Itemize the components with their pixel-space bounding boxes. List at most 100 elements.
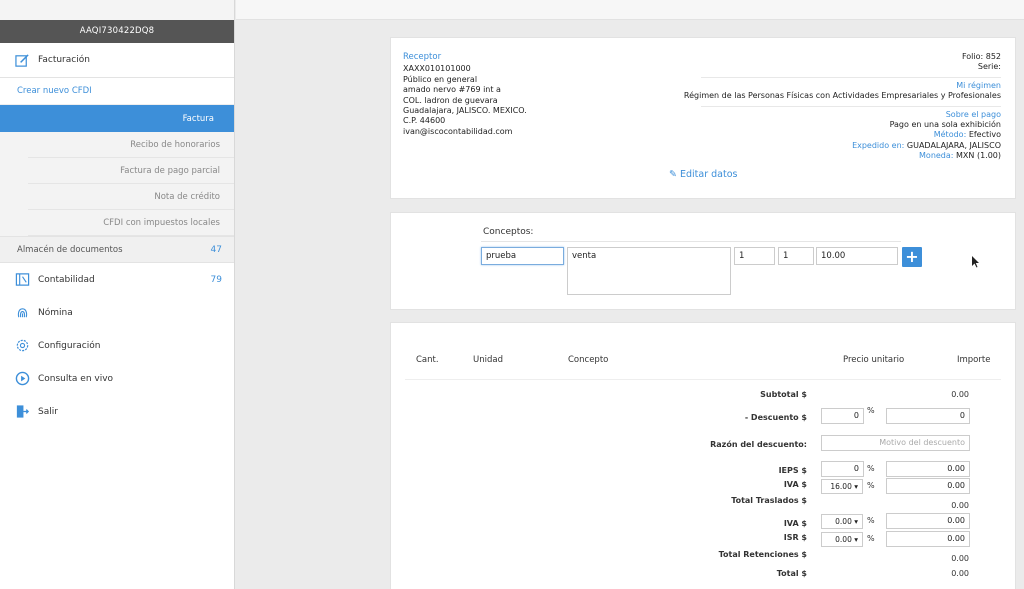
divider: [701, 76, 1001, 78]
cantidad-input[interactable]: 1: [734, 247, 775, 265]
receptor-rfc: XAXX010101000: [403, 64, 471, 74]
pct-sign: %: [867, 406, 875, 415]
precio-input[interactable]: 10.00: [816, 247, 898, 265]
subtotal-label: Subtotal $: [760, 390, 807, 399]
contabilidad-count: 79: [210, 274, 222, 285]
sidebar-item-label: Nómina: [38, 307, 73, 318]
descuento-input[interactable]: 0: [886, 408, 970, 424]
folio: Folio: 852: [961, 52, 1001, 61]
razon-input[interactable]: Motivo del descuento: [821, 435, 970, 451]
sidebar-subitem-factura[interactable]: Factura: [0, 105, 234, 132]
receptor-nombre: Público en general: [403, 74, 478, 84]
sidebar-submenu: Recibo de honorarios Factura de pago par…: [0, 132, 234, 236]
divider: [481, 241, 901, 242]
retenciones-label: Total Retenciones $: [718, 550, 807, 559]
descripcion-textarea[interactable]: venta: [567, 247, 731, 295]
header-importe: Importe: [957, 355, 991, 365]
sidebar-item-almacen[interactable]: Almacén de documentos 47: [0, 236, 234, 263]
ieps-label: IEPS $: [778, 466, 807, 475]
expedido-row: Expedido en: GUADALAJARA, JALISCO: [681, 141, 1001, 151]
descuento-pct-input[interactable]: 0: [821, 408, 864, 424]
sidebar-item-label: Consulta en vivo: [38, 373, 114, 384]
sidebar-item-salir[interactable]: Salir: [0, 395, 234, 428]
pct-sign: %: [867, 516, 875, 525]
sobre-pago-link[interactable]: Sobre el pago: [681, 110, 1001, 120]
receptor-ciudad: Guadalajara, JALISCO. MEXICO.: [403, 106, 527, 116]
sidebar-item-nomina[interactable]: Nómina: [0, 296, 234, 329]
sidebar-item-label: Salir: [38, 406, 58, 417]
fingerprint-icon: [14, 305, 30, 321]
unidad-input[interactable]: 1: [778, 247, 814, 265]
sidebar-subitem-pago-parcial[interactable]: Factura de pago parcial: [28, 158, 234, 184]
sidebar-item-label: Facturación: [38, 55, 90, 65]
conceptos-card: Conceptos: prueba venta 1 1 10.00 +: [390, 212, 1016, 310]
descuento-label: - Descuento $: [744, 413, 807, 422]
isr-input[interactable]: 0.00: [886, 531, 970, 547]
regimen-text: Régimen de las Personas Físicas con Acti…: [683, 91, 1001, 101]
crear-nuevo-cfdi-link[interactable]: Crear nuevo CFDI: [0, 78, 234, 105]
pct-sign: %: [867, 481, 875, 490]
metodo-value: Efectivo: [968, 130, 1001, 140]
traslados-value: 0.00: [951, 501, 969, 510]
razon-label: Razón del descuento:: [710, 440, 807, 449]
ieps-pct-input[interactable]: 0: [821, 461, 864, 477]
header-precio: Precio unitario: [843, 355, 905, 365]
ret-iva-select[interactable]: 0.00 ▾: [821, 514, 863, 529]
isr-select[interactable]: 0.00 ▾: [821, 532, 863, 547]
expedido-label: Expedido en:: [852, 140, 905, 150]
isr-label: ISR $: [783, 533, 807, 542]
pencil-icon: ✎: [669, 169, 677, 180]
sidebar-subitem-nota-credito[interactable]: Nota de crédito: [28, 184, 234, 210]
pct-sign: %: [867, 464, 875, 473]
total-value: 0.00: [951, 569, 969, 578]
moneda-row: Moneda: MXN (1.00): [681, 151, 1001, 161]
add-concepto-button[interactable]: +: [902, 247, 922, 267]
editar-datos-button[interactable]: ✎ Editar datos: [669, 169, 737, 180]
receptor-block: Receptor XAXX010101000 Público en genera…: [403, 52, 527, 137]
metodo-label: Método:: [933, 130, 967, 140]
expedido-value: GUADALAJARA, JALISCO: [906, 140, 1001, 150]
iva-label: IVA $: [783, 480, 807, 489]
receptor-colonia: COL. ladron de guevara: [403, 95, 498, 105]
header-concepto: Concepto: [568, 355, 609, 365]
iva-select[interactable]: 16.00 ▾: [821, 479, 863, 494]
moneda-label: Moneda:: [919, 151, 954, 161]
datos-card: Receptor XAXX010101000 Público en genera…: [390, 37, 1016, 199]
receptor-cp: C.P. 44600: [403, 116, 446, 126]
mi-regimen-link[interactable]: Mi régimen: [681, 81, 1001, 91]
divider: [701, 105, 1001, 107]
emisor-block: Folio: 852 Serie: Mi régimen Régimen de …: [681, 52, 1001, 162]
logout-icon: [14, 404, 30, 420]
sidebar-item-facturacion[interactable]: Facturación: [0, 43, 234, 78]
ret-iva-label: IVA $: [783, 519, 807, 528]
conceptos-label: Conceptos:: [483, 227, 534, 237]
play-icon: [14, 371, 30, 387]
iva-input[interactable]: 0.00: [886, 478, 970, 494]
ieps-input[interactable]: 0.00: [886, 461, 970, 477]
subtotal-value: 0.00: [951, 390, 969, 399]
sidebar-item-configuracion[interactable]: Configuración: [0, 329, 234, 362]
metodo-row: Método: Efectivo: [681, 130, 1001, 140]
sidebar-item-contabilidad[interactable]: Contabilidad 79: [0, 263, 234, 296]
editar-datos-label: Editar datos: [680, 169, 738, 180]
rfc-header: AAQI730422DQ8: [0, 20, 234, 43]
moneda-value: MXN (1.00): [956, 151, 1001, 161]
header-unidad: Unidad: [473, 355, 503, 365]
gear-icon: [14, 338, 30, 354]
total-label: Total $: [776, 569, 807, 578]
sidebar-item-label: Contabilidad: [38, 274, 95, 285]
ret-iva-input[interactable]: 0.00: [886, 513, 970, 529]
pct-sign: %: [867, 534, 875, 543]
receptor-label[interactable]: Receptor: [403, 52, 527, 62]
traslados-label: Total Traslados $: [731, 496, 807, 505]
sidebar-item-consulta[interactable]: Consulta en vivo: [0, 362, 234, 395]
book-icon: [14, 272, 30, 288]
pago-text: Pago en una sola exhibición: [889, 120, 1001, 130]
almacen-count: 47: [210, 244, 222, 255]
sidebar-subitem-recibo[interactable]: Recibo de honorarios: [28, 132, 234, 158]
retenciones-value: 0.00: [951, 554, 969, 563]
sidebar-subitem-impuestos-locales[interactable]: CFDI con impuestos locales: [28, 210, 234, 236]
edit-icon: [14, 52, 30, 68]
tabla-card: Cant. Unidad Concepto Precio unitario Im…: [390, 322, 1016, 589]
clave-input[interactable]: prueba: [481, 247, 564, 265]
